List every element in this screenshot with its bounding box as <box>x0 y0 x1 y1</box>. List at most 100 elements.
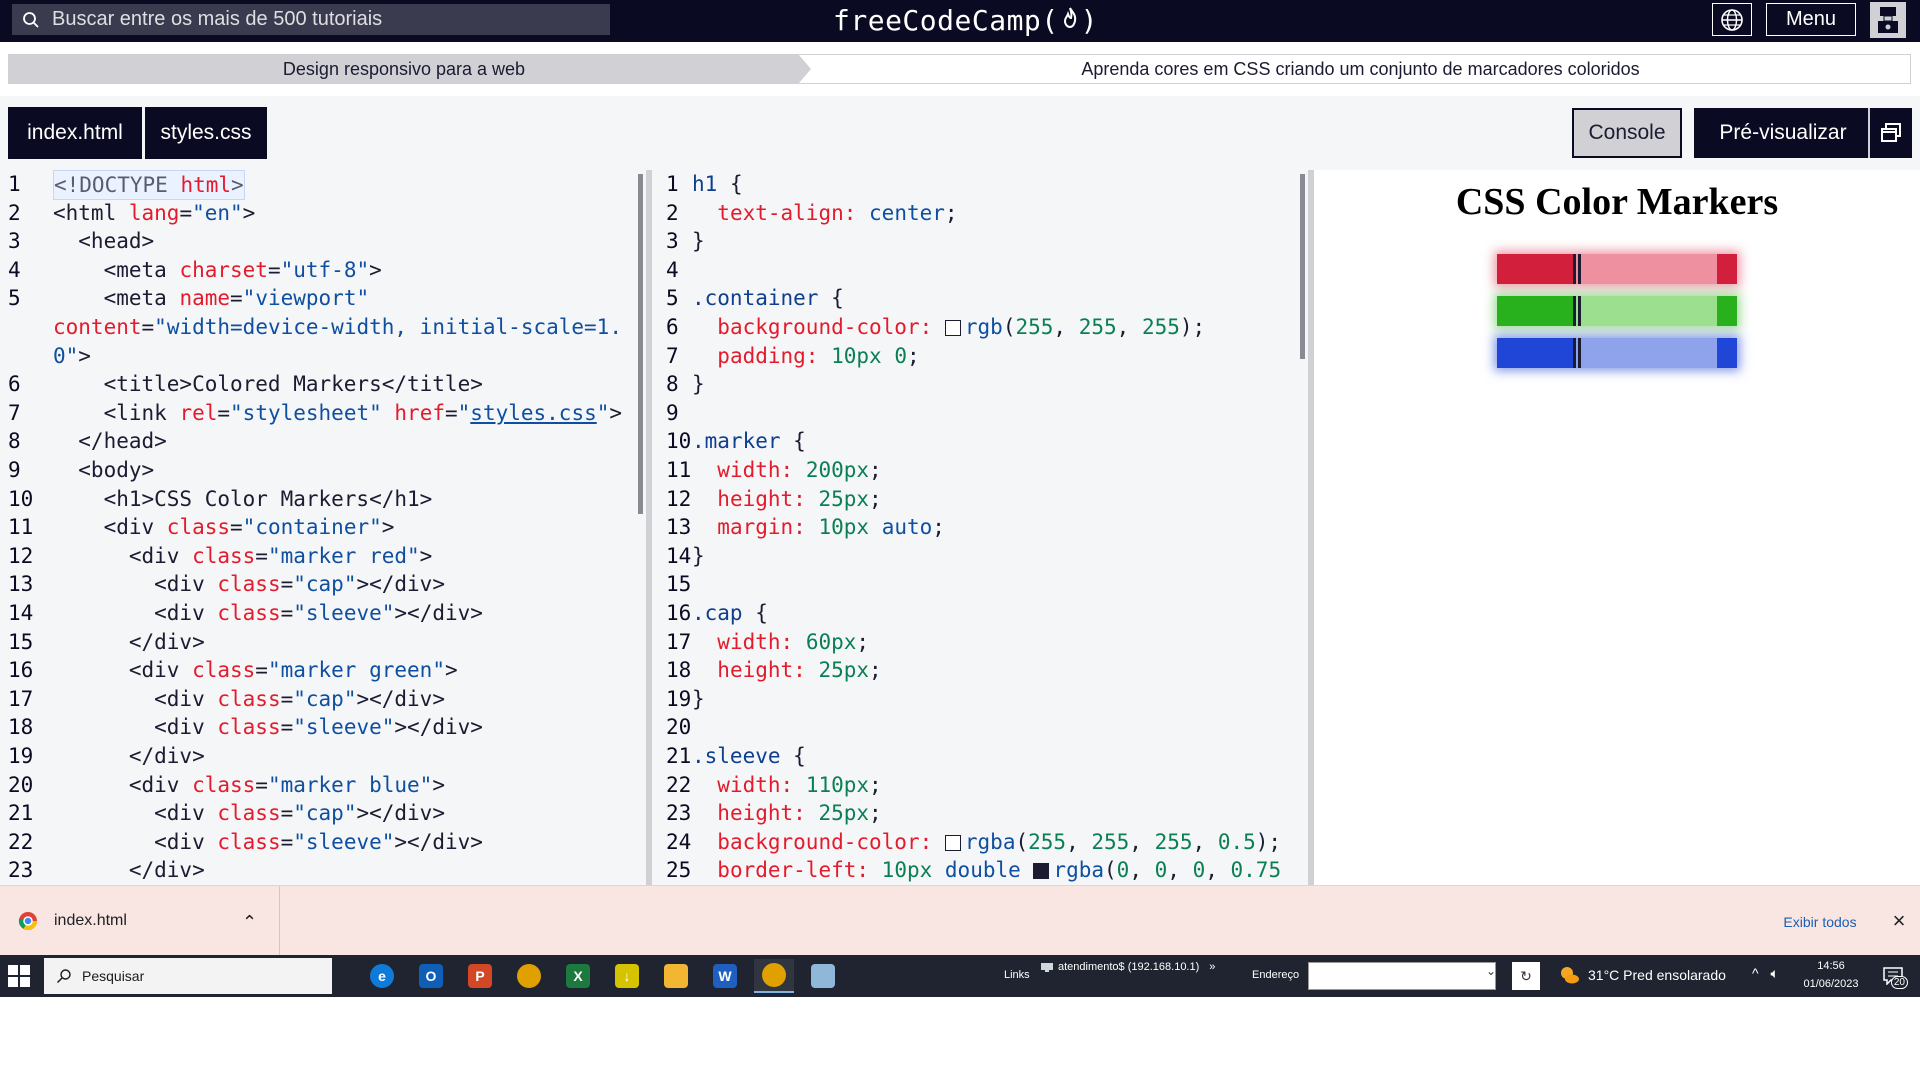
html-code-line[interactable]: 21 <div class="cap"></div> <box>0 799 646 827</box>
taskbar-app-paint[interactable] <box>803 959 843 993</box>
css-code-line[interactable]: 1 h1 { <box>652 170 1308 198</box>
css-code-line[interactable]: 2 text-align: center; <box>652 199 1308 227</box>
css-code-line[interactable]: 5 .container { <box>652 284 1308 312</box>
html-code-line[interactable]: 2 <html lang="en"> <box>0 199 646 227</box>
css-code-line[interactable]: 4 <box>652 256 1308 284</box>
notification-center[interactable]: 20 <box>1878 963 1908 989</box>
html-code-line[interactable]: 1 <!DOCTYPE html> <box>0 170 646 200</box>
html-code-line[interactable]: 23 </div> <box>0 856 646 884</box>
html-code-line[interactable]: 14 <div class="sleeve"></div> <box>0 599 646 627</box>
weather-widget[interactable]: 31°C Pred ensolarado <box>1558 965 1726 985</box>
chevron-up-icon[interactable]: ^ <box>1752 965 1759 981</box>
html-code-line[interactable]: 5 <meta name="viewport" <box>0 284 646 312</box>
download-item[interactable]: index.html ⌃ <box>0 886 280 956</box>
close-icon[interactable]: × <box>1886 906 1912 936</box>
html-code-line[interactable]: 0"> <box>0 342 646 370</box>
taskbar-app-word[interactable]: W <box>705 959 745 993</box>
code-text: height: 25px; <box>717 658 882 683</box>
system-tray[interactable]: ^ 🔈︎ <box>1752 965 1779 982</box>
html-code-line[interactable]: 15 </div> <box>0 628 646 656</box>
taskbar-app-edge[interactable]: e <box>362 959 402 993</box>
html-code-line[interactable]: 4 <meta charset="utf-8"> <box>0 256 646 284</box>
refresh-icon[interactable]: ↻ <box>1512 962 1540 990</box>
css-code-line[interactable]: 25 border-left: 10px double rgba(0, 0, 0… <box>652 856 1308 884</box>
css-code-line[interactable]: 23 height: 25px; <box>652 799 1308 827</box>
css-code-line[interactable]: 14} <box>652 542 1308 570</box>
html-code-line[interactable]: 10 <h1>CSS Color Markers</h1> <box>0 485 646 513</box>
css-code-line[interactable]: 15 <box>652 570 1308 598</box>
css-code-line[interactable]: 19} <box>652 685 1308 713</box>
css-code-line[interactable]: 8} <box>652 370 1308 398</box>
html-code-line[interactable]: 8 </head> <box>0 427 646 455</box>
freecodecamp-logo[interactable]: freeCodeCamp ( ) <box>833 1 1098 39</box>
address-input[interactable] <box>1308 962 1496 990</box>
search-bar[interactable] <box>12 4 610 35</box>
marker-red <box>1497 254 1737 284</box>
code-text: .sleeve { <box>692 744 806 768</box>
windows-start-icon[interactable] <box>8 965 30 987</box>
html-code-line[interactable]: 11 <div class="container"> <box>0 513 646 541</box>
html-code-line[interactable]: 7 <link rel="stylesheet" href="styles.cs… <box>0 399 646 427</box>
css-code-line[interactable]: 22 width: 110px; <box>652 771 1308 799</box>
editor-scrollbar[interactable] <box>1300 174 1305 359</box>
chevron-right-icon[interactable]: » <box>1209 961 1215 973</box>
css-code-line[interactable]: 11 width: 200px; <box>652 456 1308 484</box>
editor-scrollbar[interactable] <box>638 174 643 514</box>
css-code-line[interactable]: 16 .cap { <box>652 599 1308 627</box>
html-code-line[interactable]: content="width=device-width, initial-sca… <box>0 313 646 341</box>
html-code-line[interactable]: 6 <title>Colored Markers</title> <box>0 370 646 398</box>
css-code-line[interactable]: 6 background-color: rgb(255, 255, 255); <box>652 313 1308 341</box>
css-code-line[interactable]: 24 background-color: rgba(255, 255, 255,… <box>652 828 1308 856</box>
css-code-line[interactable]: 10 .marker { <box>652 427 1308 455</box>
html-code-line[interactable]: 13 <div class="cap"></div> <box>0 570 646 598</box>
popout-preview-button[interactable] <box>1868 108 1912 158</box>
console-button[interactable]: Console <box>1572 108 1682 158</box>
breadcrumb-block[interactable]: Aprenda cores em CSS criando um conjunto… <box>811 55 1910 83</box>
chevron-up-icon[interactable]: ⌃ <box>242 912 257 933</box>
breadcrumb-superblock[interactable]: Design responsivo para a web <box>9 55 799 83</box>
taskbar-app-chrome[interactable] <box>509 959 549 993</box>
css-code-line[interactable]: 18 height: 25px; <box>652 656 1308 684</box>
tab-styles-css[interactable]: styles.css <box>145 107 267 159</box>
css-code-line[interactable]: 21 .sleeve { <box>652 742 1308 770</box>
css-code-line[interactable]: 7 padding: 10px 0; <box>652 342 1308 370</box>
preview-button[interactable]: Pré-visualizar <box>1694 108 1872 158</box>
css-code-line[interactable]: 13 margin: 10px auto; <box>652 513 1308 541</box>
html-code-line[interactable]: 12 <div class="marker red"> <box>0 542 646 570</box>
speaker-icon[interactable]: 🔈︎ <box>1770 965 1778 981</box>
html-code-line[interactable]: 18 <div class="sleeve"></div> <box>0 713 646 741</box>
taskbar-app-downloader[interactable]: ↓ <box>607 959 647 993</box>
taskbar-search-label: Pesquisar <box>82 968 145 984</box>
user-avatar[interactable] <box>1870 2 1906 38</box>
clock[interactable]: 14:56 01/06/2023 <box>1798 957 1864 993</box>
outlook-icon: O <box>419 964 443 988</box>
taskbar-app-outlook[interactable]: O <box>411 959 451 993</box>
html-code-line[interactable]: 16 <div class="marker green"> <box>0 656 646 684</box>
chevron-down-icon[interactable]: ⌄ <box>1486 964 1496 978</box>
html-code-editor[interactable]: 1 <!DOCTYPE html> 2 <html lang="en"> 3 <head… <box>0 170 646 885</box>
network-label[interactable]: atendimento$ (192.168.10.1) » <box>1040 961 1215 973</box>
css-code-line[interactable]: 3} <box>652 227 1308 255</box>
search-input[interactable] <box>52 8 572 31</box>
tab-index-html[interactable]: index.html <box>8 107 142 159</box>
links-label[interactable]: Links <box>1004 969 1030 981</box>
taskbar-app-file-explorer[interactable] <box>656 959 696 993</box>
taskbar-app-chrome-active[interactable] <box>754 959 794 993</box>
css-code-line[interactable]: 20 <box>652 713 1308 741</box>
html-code-line[interactable]: 3 <head> <box>0 227 646 255</box>
menu-button[interactable]: Menu <box>1766 3 1856 36</box>
language-button[interactable] <box>1712 3 1752 36</box>
css-code-line[interactable]: 17 width: 60px; <box>652 628 1308 656</box>
show-all-downloads-button[interactable]: Exibir todos <box>1762 908 1878 936</box>
html-code-line[interactable]: 19 </div> <box>0 742 646 770</box>
html-code-line[interactable]: 20 <div class="marker blue"> <box>0 771 646 799</box>
css-code-line[interactable]: 12 height: 25px; <box>652 485 1308 513</box>
taskbar-search[interactable]: Pesquisar <box>44 958 332 994</box>
css-code-editor[interactable]: 1 h1 {2 text-align: center; 3} 4 5 .container… <box>652 170 1308 885</box>
html-code-line[interactable]: 22 <div class="sleeve"></div> <box>0 828 646 856</box>
html-code-line[interactable]: 9 <body> <box>0 456 646 484</box>
taskbar-app-excel[interactable]: X <box>558 959 598 993</box>
html-code-line[interactable]: 17 <div class="cap"></div> <box>0 685 646 713</box>
css-code-line[interactable]: 9 <box>652 399 1308 427</box>
taskbar-app-powerpoint[interactable]: P <box>460 959 500 993</box>
